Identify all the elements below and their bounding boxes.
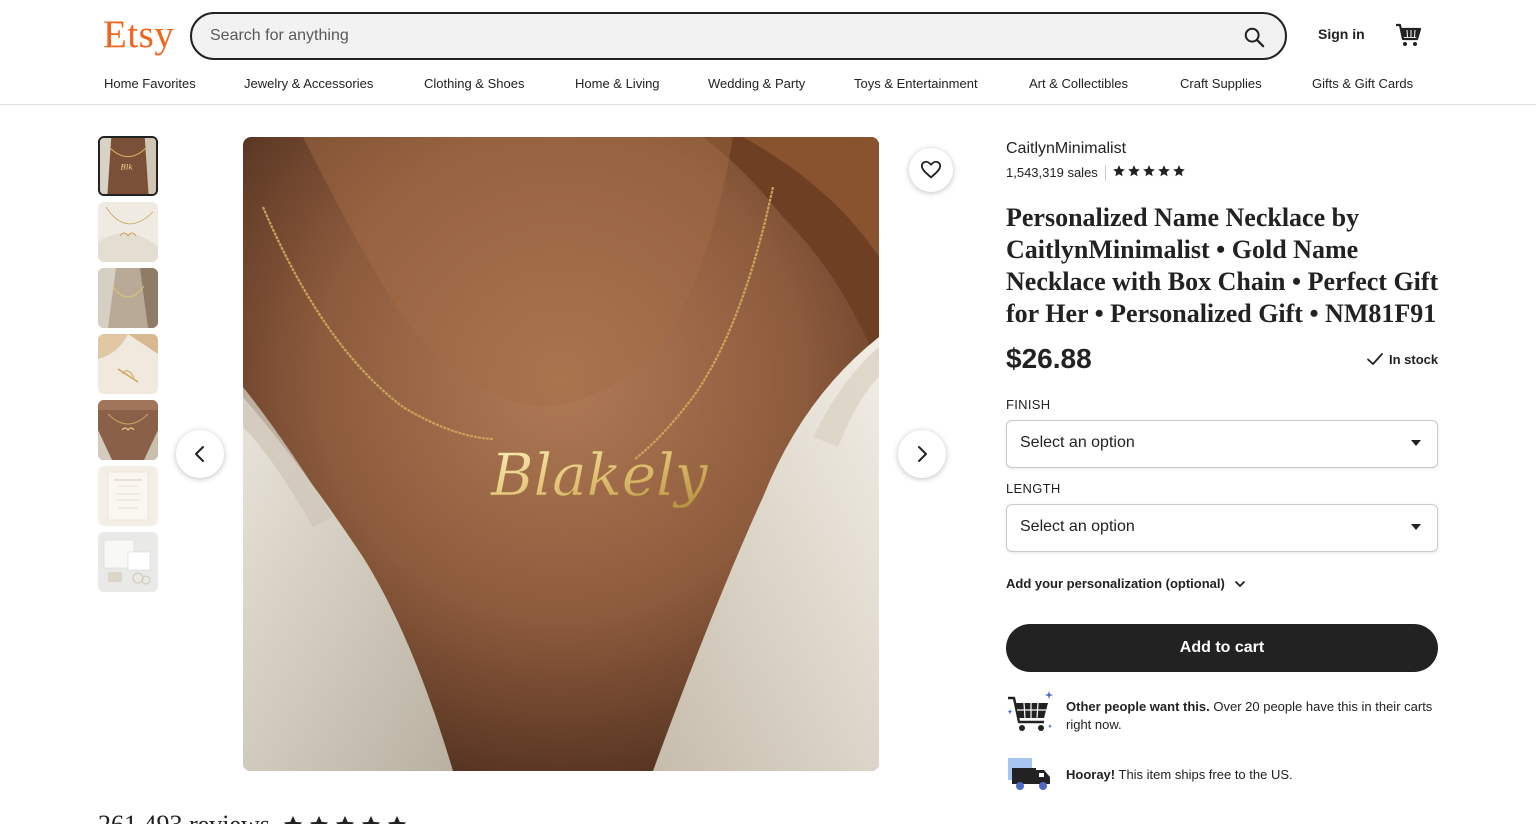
shop-rating-stars[interactable] <box>1112 164 1186 178</box>
star-icon <box>335 815 355 824</box>
necklace-photo: Blakely <box>243 137 879 771</box>
star-icon <box>1158 165 1170 177</box>
search-icon <box>1244 27 1265 48</box>
thumbnail-3[interactable] <box>98 268 158 328</box>
search-input[interactable] <box>210 24 1190 48</box>
nav-clothing-shoes[interactable]: Clothing & Shoes <box>424 76 524 91</box>
nav-art-collectibles[interactable]: Art & Collectibles <box>1029 76 1128 91</box>
thumbnail-image <box>98 400 158 460</box>
demand-notice: Other people want this. Over 20 people h… <box>1066 698 1438 734</box>
stock-status-label: In stock <box>1389 351 1439 367</box>
thumbnail-image <box>98 202 158 262</box>
shop-name-link[interactable]: CaitlynMinimalist <box>1006 140 1126 158</box>
thumbnail-6[interactable] <box>98 466 158 526</box>
stock-status: In stock <box>1366 351 1438 367</box>
nav-home-favorites[interactable]: Home Favorites <box>104 76 196 91</box>
nav-craft-supplies[interactable]: Craft Supplies <box>1180 76 1262 91</box>
search-button[interactable] <box>1241 24 1267 50</box>
add-to-cart-button[interactable]: Add to cart <box>1006 624 1438 672</box>
heart-icon <box>920 160 942 179</box>
shipping-notice-bold: Hooray! <box>1066 767 1116 782</box>
nav-toys-entertainment[interactable]: Toys & Entertainment <box>854 76 978 91</box>
etsy-logo[interactable]: Etsy <box>103 12 174 57</box>
reviews-count: 261,493 reviews <box>98 810 270 824</box>
nav-home-living[interactable]: Home & Living <box>575 76 660 91</box>
star-icon <box>1113 165 1125 177</box>
length-select[interactable]: Select an option <box>1006 504 1438 552</box>
star-icon <box>1143 165 1155 177</box>
previous-image-button[interactable] <box>176 430 224 478</box>
finish-select-value: Select an option <box>1020 434 1135 451</box>
star-icon <box>1173 165 1185 177</box>
thumbnail-image: Blk <box>100 138 156 194</box>
nav-wedding-party[interactable]: Wedding & Party <box>708 76 805 91</box>
listing-title: Personalized Name Necklace by CaitlynMin… <box>1006 203 1439 328</box>
main-product-image[interactable]: Blakely <box>243 137 879 771</box>
shipping-notice: Hooray! This item ships free to the US. <box>1066 766 1438 784</box>
shipping-notice-text: This item ships free to the US. <box>1115 767 1293 782</box>
category-nav: Home Favorites Jewelry & Accessories Clo… <box>0 74 1536 94</box>
thumbnail-7[interactable] <box>98 532 158 592</box>
nav-gifts-gift-cards[interactable]: Gifts & Gift Cards <box>1312 76 1413 91</box>
divider <box>1105 165 1106 181</box>
star-icon <box>361 815 381 824</box>
shopping-cart-icon <box>1396 23 1422 46</box>
delivery-truck-icon <box>1006 756 1052 797</box>
star-icon <box>1128 165 1140 177</box>
caret-down-icon <box>1411 440 1421 446</box>
chevron-down-icon <box>1234 580 1245 587</box>
chevron-right-icon <box>918 446 927 462</box>
thumbnail-image <box>98 334 158 394</box>
cart-sparkle-icon <box>1006 690 1054 741</box>
star-icon <box>309 815 329 824</box>
next-image-button[interactable] <box>898 430 946 478</box>
cart-button[interactable] <box>1394 21 1422 49</box>
personalization-toggle[interactable]: Add your personalization (optional) <box>1006 576 1247 591</box>
sales-count: 1,543,319 sales <box>1006 165 1098 180</box>
search-bar <box>190 12 1287 60</box>
svg-text:Blk: Blk <box>120 163 134 172</box>
chevron-left-icon <box>195 446 204 462</box>
favorite-button[interactable] <box>909 148 953 192</box>
star-icon <box>387 815 407 824</box>
thumbnail-1[interactable]: Blk <box>98 136 158 196</box>
personalization-label: Add your personalization (optional) <box>1006 576 1225 591</box>
reviews-heading: 261,493 reviews <box>98 810 408 824</box>
checkmark-icon <box>1367 353 1383 365</box>
thumbnail-2[interactable] <box>98 202 158 262</box>
sign-in-link[interactable]: Sign in <box>1318 26 1365 42</box>
reviews-rating-stars <box>282 814 408 824</box>
thumbnail-image <box>98 466 158 526</box>
thumbnail-4[interactable] <box>98 334 158 394</box>
nav-jewelry-accessories[interactable]: Jewelry & Accessories <box>244 76 373 91</box>
finish-label: FINISH <box>1006 397 1051 412</box>
thumbnail-image <box>98 532 158 592</box>
length-select-value: Select an option <box>1020 518 1135 535</box>
demand-notice-bold: Other people want this. <box>1066 699 1210 714</box>
site-header: Etsy Sign in Home Favorites Jewelry & Ac… <box>0 0 1536 105</box>
length-label: LENGTH <box>1006 481 1061 496</box>
star-icon <box>283 815 303 824</box>
finish-select[interactable]: Select an option <box>1006 420 1438 468</box>
thumbnail-image <box>98 268 158 328</box>
caret-down-icon <box>1411 524 1421 530</box>
thumbnail-5[interactable] <box>98 400 158 460</box>
price: $26.88 <box>1006 343 1092 374</box>
pendant-text: Blakely <box>490 441 709 509</box>
